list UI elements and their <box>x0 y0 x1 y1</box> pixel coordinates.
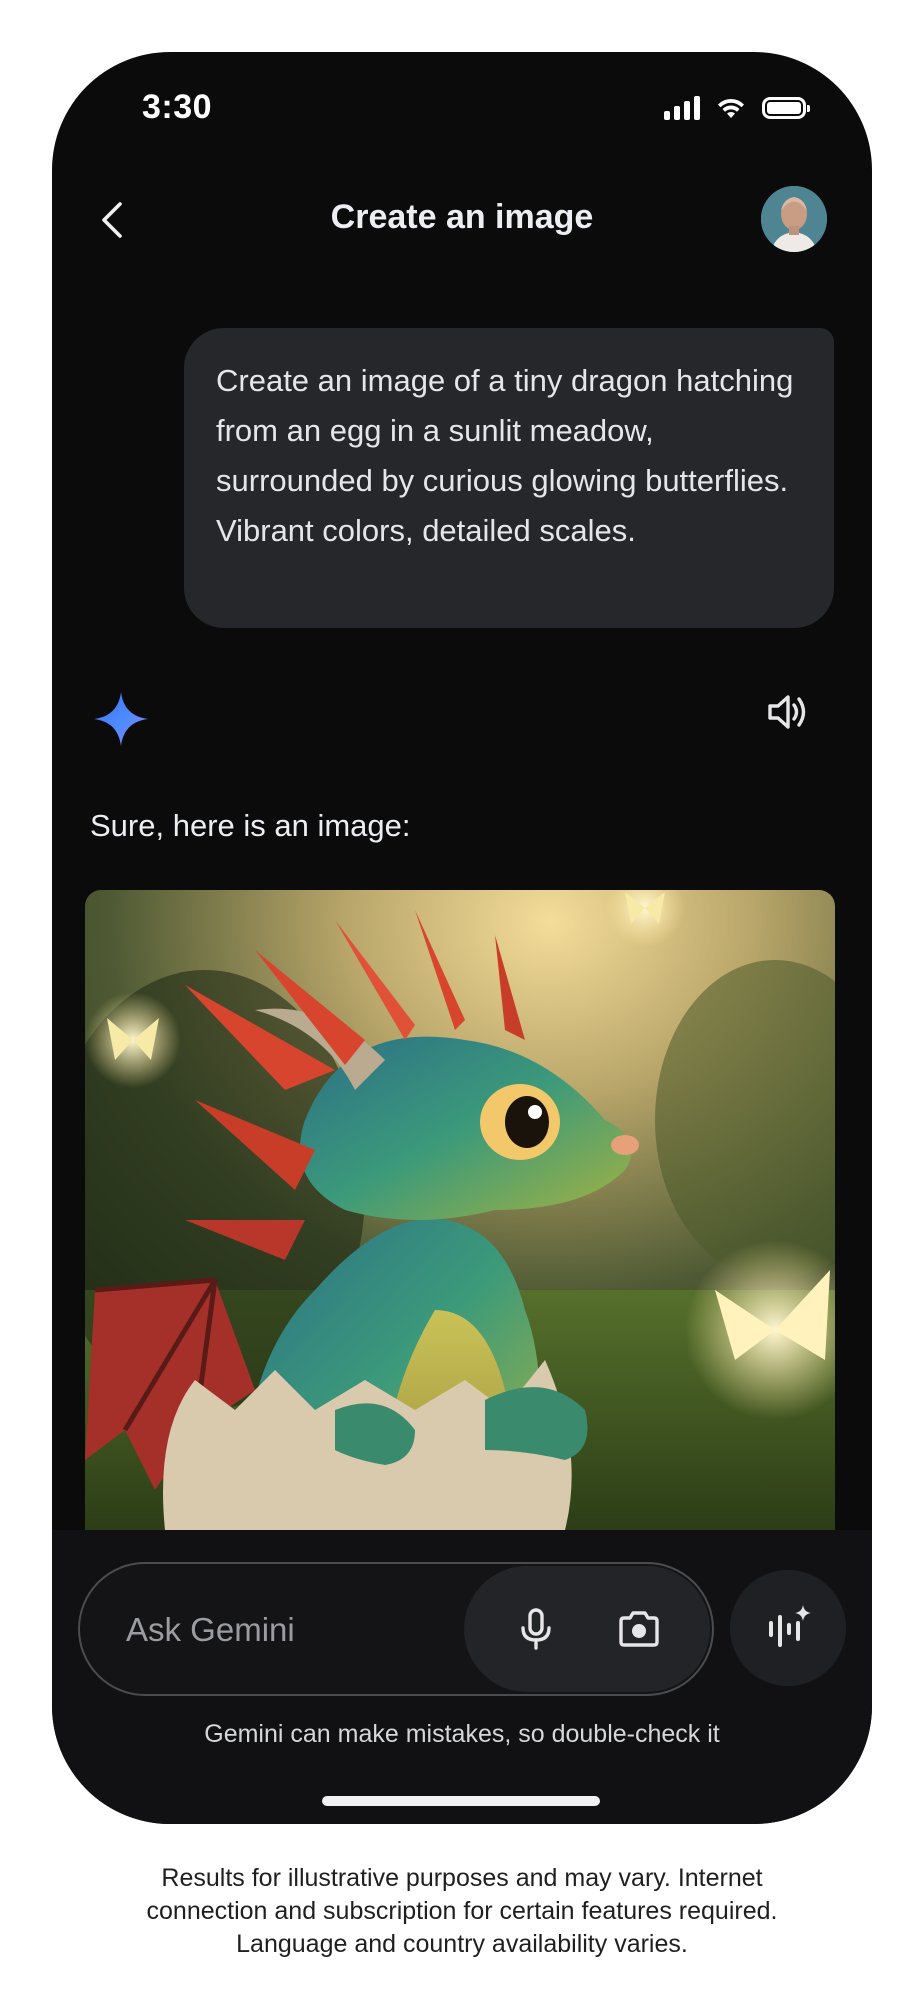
footer-line: connection and subscription for certain … <box>146 1897 778 1925</box>
input-action-buttons <box>464 1566 710 1692</box>
response-text: Sure, here is an image: <box>90 808 411 843</box>
microphone-button[interactable] <box>506 1599 566 1659</box>
read-aloud-button[interactable] <box>764 688 812 736</box>
footer-note: Results for illustrative purposes and ma… <box>60 1862 864 1961</box>
signal-icon <box>664 96 700 120</box>
speaker-icon <box>768 695 806 729</box>
battery-icon <box>762 97 810 119</box>
ask-gemini-input-container <box>78 1562 714 1696</box>
camera-button[interactable] <box>609 1599 669 1659</box>
page-title: Create an image <box>330 198 594 236</box>
status-icons <box>664 96 810 120</box>
ask-gemini-input[interactable] <box>124 1604 428 1656</box>
avatar[interactable] <box>761 186 827 252</box>
camera-icon <box>618 1611 659 1647</box>
disclaimer-text: Gemini can make mistakes, so double-chec… <box>204 1720 720 1748</box>
wifi-icon <box>718 98 744 118</box>
gemini-live-icon <box>769 1605 811 1647</box>
home-indicator[interactable] <box>322 1796 600 1806</box>
footer-line: Language and country availability varies… <box>236 1930 688 1958</box>
gemini-star-icon <box>92 690 150 748</box>
generated-dragon-image[interactable] <box>85 890 835 1530</box>
phone-frame: 3:30 Create an image Create an image of … <box>52 52 872 1824</box>
user-message-bubble: Create an image of a tiny dragon hatchin… <box>184 328 834 628</box>
microphone-icon <box>520 1608 551 1650</box>
status-time: 3:30 <box>142 88 213 126</box>
footer-line: Results for illustrative purposes and ma… <box>161 1864 763 1892</box>
gemini-live-button[interactable] <box>730 1570 846 1686</box>
